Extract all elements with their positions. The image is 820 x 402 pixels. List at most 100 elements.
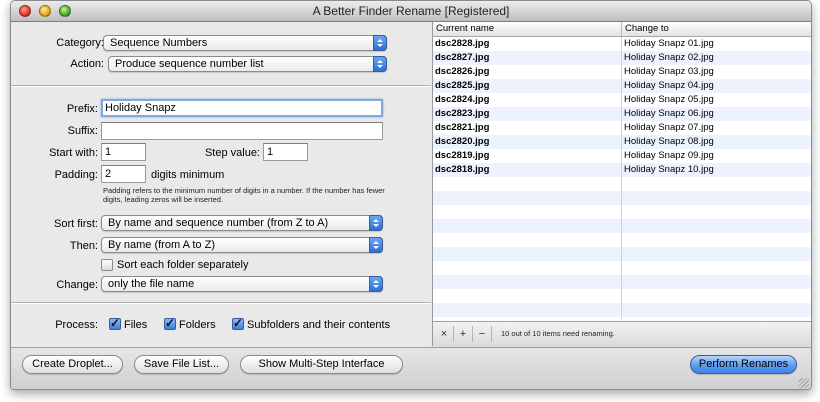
settings-panel: Category: Sequence Numbers Action: Produ… bbox=[11, 22, 431, 346]
table-row[interactable] bbox=[433, 275, 811, 289]
table-row[interactable]: dsc2818.jpg Holiday Snapz 10.jpg bbox=[433, 163, 811, 177]
column-header-change-to[interactable]: Change to bbox=[625, 23, 669, 34]
popup-arrows-icon bbox=[369, 276, 383, 292]
sort-each-folder-checkbox[interactable] bbox=[101, 259, 113, 271]
padding-note: Padding refers to the minimum number of … bbox=[103, 186, 385, 204]
section-divider bbox=[11, 302, 431, 304]
column-header-current-name[interactable]: Current name bbox=[436, 23, 494, 34]
current-name-cell: dsc2823.jpg bbox=[435, 108, 490, 119]
title-bar: A Better Finder Rename [Registered] bbox=[11, 1, 811, 22]
remove-items-button[interactable]: × bbox=[435, 326, 454, 342]
save-file-list-button[interactable]: Save File List... bbox=[134, 355, 229, 374]
suffix-label: Suffix: bbox=[67, 125, 98, 137]
table-row[interactable]: dsc2826.jpg Holiday Snapz 03.jpg bbox=[433, 65, 811, 79]
suffix-field[interactable] bbox=[101, 122, 383, 140]
create-droplet-button[interactable]: Create Droplet... bbox=[22, 355, 123, 374]
table-row[interactable]: dsc2820.jpg Holiday Snapz 08.jpg bbox=[433, 135, 811, 149]
action-value: Produce sequence number list bbox=[115, 58, 264, 70]
table-rows: dsc2828.jpg Holiday Snapz 01.jpg dsc2827.j… bbox=[433, 37, 811, 319]
then-label: Then: bbox=[69, 240, 98, 252]
app-window: A Better Finder Rename [Registered] Cate… bbox=[10, 0, 812, 390]
table-header: Current name Change to bbox=[433, 22, 811, 37]
resize-grip-icon[interactable] bbox=[799, 378, 809, 388]
change-to-cell: Holiday Snapz 08.jpg bbox=[624, 136, 714, 147]
process-subfolders-checkbox[interactable] bbox=[232, 316, 244, 330]
popup-arrows-icon bbox=[373, 35, 387, 51]
step-value-field[interactable]: 1 bbox=[263, 143, 308, 161]
process-folders-label: Folders bbox=[179, 319, 216, 331]
rename-preview-table: Current name Change to dsc2828.jpg Holida… bbox=[432, 22, 811, 347]
table-row[interactable]: dsc2824.jpg Holiday Snapz 05.jpg bbox=[433, 93, 811, 107]
padding-label: Padding: bbox=[54, 169, 98, 181]
rename-status-text: 10 out of 10 items need renaming. bbox=[501, 329, 615, 338]
change-to-cell: Holiday Snapz 05.jpg bbox=[624, 94, 714, 105]
bottom-toolbar: Create Droplet... Save File List... Show… bbox=[11, 347, 811, 389]
add-items-button[interactable]: + bbox=[454, 326, 473, 342]
change-to-cell: Holiday Snapz 02.jpg bbox=[624, 52, 714, 63]
table-row[interactable] bbox=[433, 261, 811, 275]
table-row[interactable] bbox=[433, 247, 811, 261]
table-row[interactable] bbox=[433, 177, 811, 191]
table-row[interactable] bbox=[433, 191, 811, 205]
change-popup[interactable]: only the file name bbox=[101, 276, 383, 292]
column-separator bbox=[621, 37, 622, 319]
sort-each-folder-label: Sort each folder separately bbox=[117, 259, 249, 271]
popup-arrows-icon bbox=[373, 56, 387, 72]
popup-arrows-icon bbox=[369, 237, 383, 253]
process-files-label: Files bbox=[124, 319, 148, 331]
action-label: Action: bbox=[70, 58, 104, 70]
process-files-checkbox[interactable] bbox=[109, 316, 121, 330]
then-value: By name (from A to Z) bbox=[108, 239, 215, 251]
category-label: Category: bbox=[56, 37, 104, 49]
change-to-cell: Holiday Snapz 06.jpg bbox=[624, 108, 714, 119]
sort-first-value: By name and sequence number (from Z to A… bbox=[108, 217, 329, 229]
process-folders-checkbox[interactable] bbox=[164, 316, 176, 330]
change-value: only the file name bbox=[108, 278, 195, 290]
current-name-cell: dsc2818.jpg bbox=[435, 164, 490, 175]
current-name-cell: dsc2821.jpg bbox=[435, 122, 490, 133]
padding-unit: digits minimum bbox=[151, 169, 225, 181]
table-row[interactable]: dsc2819.jpg Holiday Snapz 09.jpg bbox=[433, 149, 811, 163]
table-row[interactable] bbox=[433, 205, 811, 219]
table-row[interactable] bbox=[433, 289, 811, 303]
prefix-label: Prefix: bbox=[66, 103, 98, 115]
current-name-cell: dsc2827.jpg bbox=[435, 52, 490, 63]
then-popup[interactable]: By name (from A to Z) bbox=[101, 237, 383, 253]
section-divider bbox=[11, 85, 431, 87]
current-name-cell: dsc2828.jpg bbox=[435, 38, 490, 49]
start-with-label: Start with: bbox=[49, 147, 98, 159]
category-popup[interactable]: Sequence Numbers bbox=[103, 35, 387, 51]
table-row[interactable] bbox=[433, 219, 811, 233]
change-label: Change: bbox=[56, 279, 98, 291]
table-row[interactable]: dsc2827.jpg Holiday Snapz 02.jpg bbox=[433, 51, 811, 65]
table-row[interactable]: dsc2825.jpg Holiday Snapz 04.jpg bbox=[433, 79, 811, 93]
prefix-field[interactable]: Holiday Snapz bbox=[101, 99, 383, 117]
change-to-cell: Holiday Snapz 03.jpg bbox=[624, 66, 714, 77]
change-to-cell: Holiday Snapz 10.jpg bbox=[624, 164, 714, 175]
current-name-cell: dsc2819.jpg bbox=[435, 150, 490, 161]
change-to-cell: Holiday Snapz 07.jpg bbox=[624, 122, 714, 133]
show-multi-step-interface-button[interactable]: Show Multi-Step Interface bbox=[240, 355, 403, 374]
table-row[interactable]: dsc2823.jpg Holiday Snapz 06.jpg bbox=[433, 107, 811, 121]
table-row[interactable]: dsc2828.jpg Holiday Snapz 01.jpg bbox=[433, 37, 811, 51]
popup-arrows-icon bbox=[369, 215, 383, 231]
column-separator bbox=[621, 22, 622, 36]
start-with-field[interactable]: 1 bbox=[101, 143, 146, 161]
perform-renames-button[interactable]: Perform Renames bbox=[690, 355, 797, 374]
category-value: Sequence Numbers bbox=[110, 37, 208, 49]
sort-first-label: Sort first: bbox=[53, 218, 98, 230]
sort-first-popup[interactable]: By name and sequence number (from Z to A… bbox=[101, 215, 383, 231]
table-row[interactable]: dsc2821.jpg Holiday Snapz 07.jpg bbox=[433, 121, 811, 135]
table-row[interactable] bbox=[433, 233, 811, 247]
table-row[interactable] bbox=[433, 303, 811, 317]
table-footer: × + − 10 out of 10 items need renaming. bbox=[433, 321, 811, 347]
process-label: Process: bbox=[55, 319, 98, 331]
minus-items-button[interactable]: − bbox=[473, 326, 492, 342]
process-subfolders-label: Subfolders and their contents bbox=[247, 319, 391, 331]
padding-field[interactable]: 2 bbox=[101, 165, 146, 183]
current-name-cell: dsc2820.jpg bbox=[435, 136, 490, 147]
current-name-cell: dsc2826.jpg bbox=[435, 66, 490, 77]
change-to-cell: Holiday Snapz 01.jpg bbox=[624, 38, 714, 49]
change-to-cell: Holiday Snapz 04.jpg bbox=[624, 80, 714, 91]
action-popup[interactable]: Produce sequence number list bbox=[108, 56, 387, 72]
